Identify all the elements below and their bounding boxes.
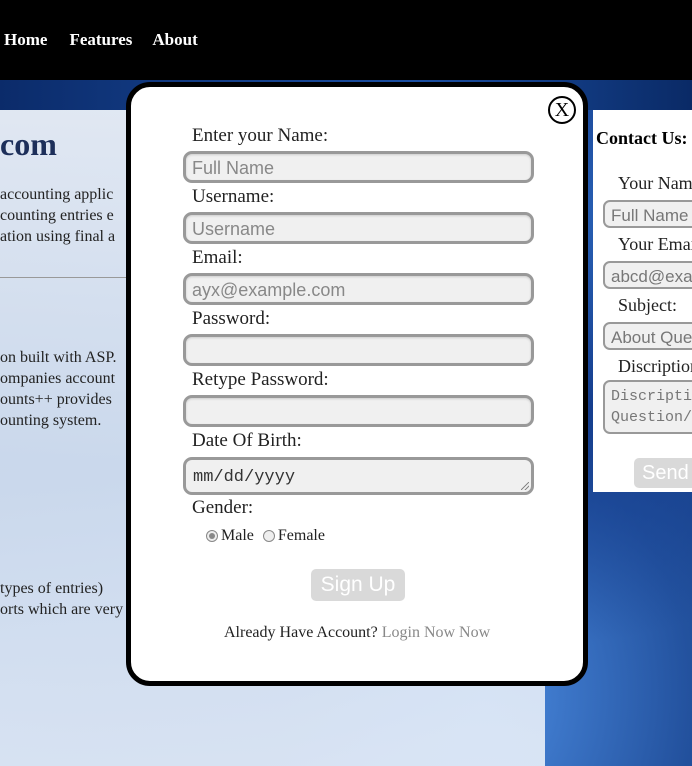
contact-panel: Contact Us: Your Name Full Name Your Ema… xyxy=(593,110,692,492)
gender-female-radio[interactable] xyxy=(262,530,275,542)
gender-female-label: Female xyxy=(277,527,325,544)
signup-button[interactable]: Sign Up xyxy=(311,569,405,601)
contact-name-label: Your Name xyxy=(618,173,692,193)
contact-send-button[interactable]: Send xyxy=(634,458,692,488)
password-label: Password: xyxy=(192,308,271,329)
contact-email-label: Your Email xyxy=(618,234,692,254)
gender-male-label: Male xyxy=(221,527,254,544)
about-paragraph: on built with ASP. ompanies account ount… xyxy=(0,349,117,429)
top-navbar: Home Features About xyxy=(0,0,692,80)
dob-placeholder: mm/dd/yyyy xyxy=(193,468,296,487)
contact-subject-label: Subject: xyxy=(618,295,677,315)
contact-title: Contact Us: xyxy=(596,128,688,148)
contact-name-input[interactable]: Full Name xyxy=(603,200,692,228)
retype-password-label: Retype Password: xyxy=(192,369,329,390)
close-icon[interactable]: X xyxy=(548,96,576,124)
dob-input[interactable]: mm/dd/yyyy xyxy=(183,457,534,495)
nav-home-link[interactable]: Home xyxy=(4,30,47,50)
contact-description-label: Discription xyxy=(618,356,692,376)
username-label: Username: xyxy=(192,186,275,207)
contact-subject-input[interactable]: About Question xyxy=(603,322,692,350)
gender-male-radio[interactable] xyxy=(206,530,218,542)
email-input[interactable]: ayx@example.com xyxy=(183,273,534,305)
contact-email-input[interactable]: abcd@example.com xyxy=(603,261,692,289)
retype-password-input[interactable] xyxy=(183,395,534,427)
features-paragraph: types of entries) orts which are very xyxy=(0,580,124,618)
nav-features-link[interactable]: Features xyxy=(69,30,132,50)
dob-label: Date Of Birth: xyxy=(192,430,302,451)
email-label: Email: xyxy=(192,247,243,268)
full-name-input[interactable]: Full Name xyxy=(183,151,534,183)
already-have-account-text: Already Have Account? xyxy=(224,624,378,641)
gender-label: Gender: xyxy=(192,497,254,518)
signup-modal: X Enter your Name: Full Name Username: U… xyxy=(126,82,588,686)
gender-radio-group: Male Female xyxy=(206,527,334,545)
login-now-link[interactable]: Login Now Now xyxy=(382,624,490,641)
contact-description-textarea[interactable]: Discription Question/ xyxy=(603,380,692,434)
username-input[interactable]: Username xyxy=(183,212,534,244)
site-brand-heading: com xyxy=(0,126,57,162)
resize-grip-icon[interactable] xyxy=(521,482,529,490)
intro-paragraph: accounting applic counting entries e ati… xyxy=(0,186,116,245)
password-input[interactable] xyxy=(183,334,534,366)
content-divider xyxy=(0,277,130,278)
nav-about-link[interactable]: About xyxy=(152,30,197,50)
login-prompt: Already Have Account? Login Now Now xyxy=(224,624,490,642)
name-label: Enter your Name: xyxy=(192,125,329,146)
